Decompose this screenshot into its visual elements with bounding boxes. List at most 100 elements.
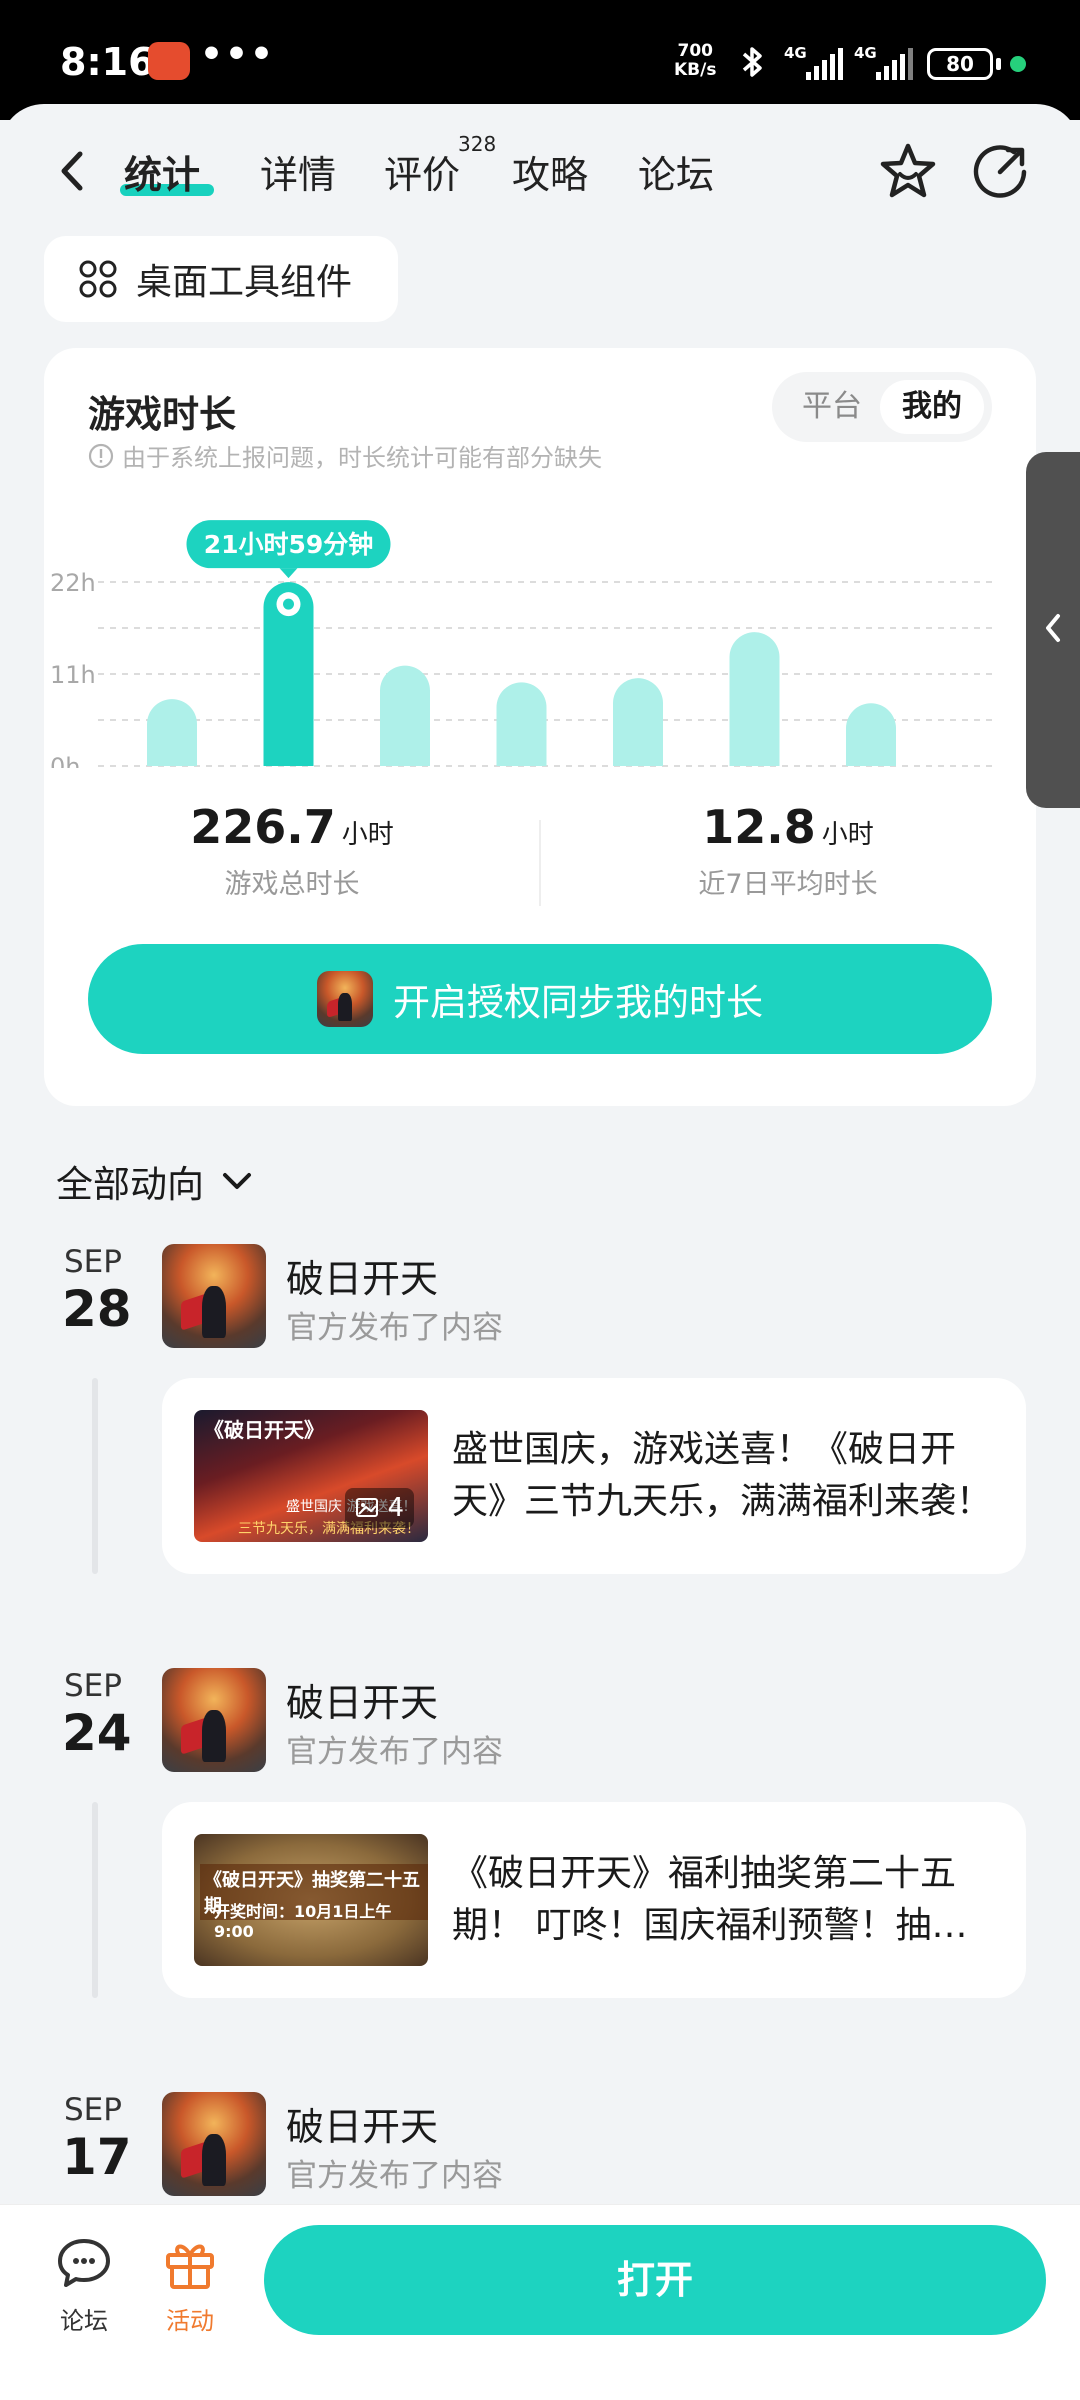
sync-playtime-label: 开启授权同步我的时长: [393, 981, 763, 1024]
y-tick-label: 0h: [50, 753, 80, 768]
entry-day: 17: [62, 2128, 132, 2186]
entry-game-name[interactable]: 破日开天: [286, 2096, 438, 2151]
reviews-count-badge: 328: [458, 132, 497, 156]
chart-bar: [380, 665, 430, 766]
y-tick-label: 22h: [50, 569, 96, 597]
tab-reviews[interactable]: 评价: [384, 144, 460, 199]
entry-subtitle: 官方发布了内容: [286, 1734, 503, 1770]
more-notifications-icon: •••: [200, 34, 276, 75]
feed-filter-label: 全部动向: [56, 1163, 204, 1206]
game-avatar[interactable]: [162, 1244, 266, 1348]
playtime-bar-chart: 22h11h0h9/219/2221小时59分钟9/239/249/259/26…: [50, 520, 994, 768]
top-nav: 统计 详情 评价 328 攻略 论坛: [0, 104, 1080, 234]
tab-details[interactable]: 详情: [260, 144, 336, 199]
open-game-button[interactable]: 打开: [264, 2225, 1046, 2335]
total-playtime-value: 226.7: [190, 800, 336, 854]
signal-icon-2: 4G: [854, 44, 913, 80]
chevron-left-icon: [1046, 614, 1060, 642]
chevron-down-icon: [223, 1173, 251, 1189]
image-count-badge: 4: [345, 1488, 414, 1528]
entry-month: SEP: [64, 2092, 122, 2128]
side-drawer-handle[interactable]: [1026, 452, 1080, 808]
activity-tab[interactable]: 活动: [140, 2235, 240, 2336]
info-icon: [88, 443, 114, 468]
card-title: 游戏时长: [88, 393, 236, 436]
chart-tooltip-text: 21小时59分钟: [204, 530, 374, 559]
battery-tip: [996, 58, 1001, 70]
post-thumbnail: 《破日开天》抽奖第二十五期 开奖时间：10月1日上午9:00: [194, 1834, 428, 1966]
playtime-card: 游戏时长 由于系统上报问题，时长统计可能有部分缺失 平台 我的 22h 11h 0h…: [44, 348, 1036, 1106]
tab-forum[interactable]: 论坛: [638, 144, 714, 199]
indicator-dot: [1010, 56, 1026, 72]
status-time: 8:16: [60, 40, 155, 84]
game-avatar[interactable]: [162, 2092, 266, 2196]
segment-mine[interactable]: 我的: [880, 380, 984, 434]
chart-bar: [846, 703, 896, 766]
back-arrow-icon[interactable]: [52, 146, 92, 196]
network-speed: 700 KB/s: [674, 42, 716, 80]
post-text: 《破日开天》福利抽奖第二十五期！ 叮咚！国庆福利预警！抽奖开始啦: [452, 1853, 968, 1946]
entry-subtitle: 官方发布了内容: [286, 2158, 503, 2194]
image-stack-icon: [356, 1498, 379, 1517]
page-sheet: 统计 详情 评价 328 攻略 论坛 桌面工具组件 游戏时长 由于系统上报问题，…: [0, 104, 1080, 2400]
entry-game-name[interactable]: 破日开天: [286, 1672, 438, 1727]
sync-playtime-button[interactable]: 开启授权同步我的时长: [88, 944, 992, 1054]
chart-tooltip-pointer: [279, 568, 298, 579]
speed-value: 700: [677, 41, 713, 61]
tab-guides[interactable]: 攻略: [512, 144, 588, 199]
entry-subtitle: 官方发布了内容: [286, 1310, 503, 1346]
chart-bar: [496, 682, 547, 766]
game-icon: [317, 971, 373, 1027]
widget-grid-icon: [79, 260, 117, 298]
chart-bar: [613, 678, 663, 766]
total-playtime-stat: 226.7 小时 游戏总时长: [44, 800, 540, 901]
battery-level: 80: [927, 48, 993, 80]
net-type-2: 4G: [854, 44, 877, 62]
total-playtime-unit: 小时: [341, 820, 394, 850]
thumbnail-line-2: 开奖时间：10月1日上午9:00: [214, 1902, 392, 1941]
status-bar: 8:16 ••• 700 KB/s 4G 4G 80: [0, 0, 1080, 120]
post-thumbnail: 《破日开天》 盛世国庆 游戏送喜！ 三节九天乐，满满福利来袭！ 4: [194, 1410, 428, 1542]
average-playtime-unit: 小时: [821, 820, 874, 850]
entry-month: SEP: [64, 1668, 122, 1704]
post-card[interactable]: 《破日开天》抽奖第二十五期 开奖时间：10月1日上午9:00 《破日开天》福利抽…: [162, 1802, 1026, 1998]
speed-unit: KB/s: [674, 60, 717, 80]
desktop-widget-chip[interactable]: 桌面工具组件: [44, 236, 398, 322]
forum-chat-icon: [58, 2239, 110, 2287]
forum-tab[interactable]: 论坛: [34, 2235, 134, 2336]
bottom-action-bar: 论坛 活动 打开: [0, 2204, 1080, 2400]
image-count: 4: [387, 1493, 404, 1523]
average-playtime-caption: 近7日平均时长: [698, 869, 878, 900]
thumbnail-title: 《破日开天》: [204, 1418, 324, 1442]
chart-bar: [729, 632, 780, 766]
post-text: 盛世国庆，游戏送喜！《破日开天》三节九天乐，满满福利来袭！: [452, 1429, 993, 1522]
total-playtime-caption: 游戏总时长: [224, 869, 360, 900]
activity-tab-label: 活动: [166, 2307, 214, 2335]
forum-tab-label: 论坛: [60, 2307, 108, 2335]
y-tick-label: 11h: [50, 661, 96, 689]
tab-stats[interactable]: 统计: [124, 144, 200, 199]
timeline-line: [92, 1378, 98, 1574]
widget-chip-label: 桌面工具组件: [136, 262, 353, 303]
bluetooth-icon: [742, 47, 762, 77]
gift-icon: [166, 2244, 214, 2289]
entry-month: SEP: [64, 1244, 122, 1280]
game-avatar[interactable]: [162, 1668, 266, 1772]
app-notification-icon: [148, 42, 190, 80]
bar-marker-inner: [283, 598, 294, 610]
signal-icon-1: 4G: [784, 44, 843, 80]
average-playtime-value: 12.8: [702, 800, 816, 854]
entry-game-name[interactable]: 破日开天: [286, 1248, 438, 1303]
entry-day: 28: [62, 1280, 132, 1338]
chart-bar: [147, 699, 197, 766]
average-playtime-stat: 12.8 小时 近7日平均时长: [540, 800, 1036, 901]
segment-platform[interactable]: 平台: [780, 380, 884, 434]
star-favorite-icon[interactable]: [876, 140, 940, 204]
source-segmented-control: 平台 我的: [772, 372, 992, 442]
feed-filter-dropdown[interactable]: 全部动向: [56, 1154, 254, 1208]
post-card[interactable]: 《破日开天》 盛世国庆 游戏送喜！ 三节九天乐，满满福利来袭！ 4 盛世国庆，游…: [162, 1378, 1026, 1574]
net-type-1: 4G: [784, 44, 807, 62]
entry-day: 24: [62, 1704, 132, 1762]
share-icon[interactable]: [968, 140, 1032, 204]
timeline-line: [92, 1802, 98, 1998]
